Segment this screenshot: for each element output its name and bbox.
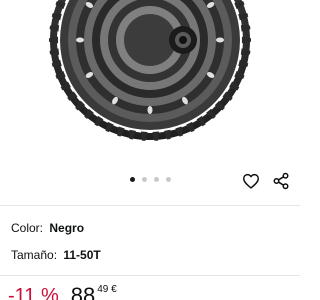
gallery-dot-2[interactable] xyxy=(141,177,147,182)
size-label: Tamaño: xyxy=(11,248,58,262)
color-label: Color: xyxy=(11,221,44,235)
color-value: Negro xyxy=(49,221,85,235)
gallery-dot-1[interactable] xyxy=(129,177,135,182)
price-decimal: 49 € xyxy=(97,284,117,295)
discount-badge: -11 % xyxy=(8,285,59,300)
price-row: -11 % 88 49 € xyxy=(8,284,117,300)
heart-icon xyxy=(243,173,259,189)
size-value: 11-50T xyxy=(63,248,101,262)
color-attribute[interactable]: Color: Negro xyxy=(11,221,84,235)
section-divider xyxy=(0,205,300,206)
cassette-product-image xyxy=(49,0,251,141)
favorite-button[interactable] xyxy=(240,170,262,192)
share-button[interactable] xyxy=(270,170,292,192)
product-image-gallery[interactable] xyxy=(0,0,300,170)
size-attribute[interactable]: Tamaño: 11-50T xyxy=(11,248,101,262)
share-icon xyxy=(273,172,289,190)
gallery-dot-4[interactable] xyxy=(165,177,171,182)
gallery-dot-3[interactable] xyxy=(153,177,159,182)
section-divider-2 xyxy=(0,275,300,276)
price-integer: 88 xyxy=(70,283,96,300)
